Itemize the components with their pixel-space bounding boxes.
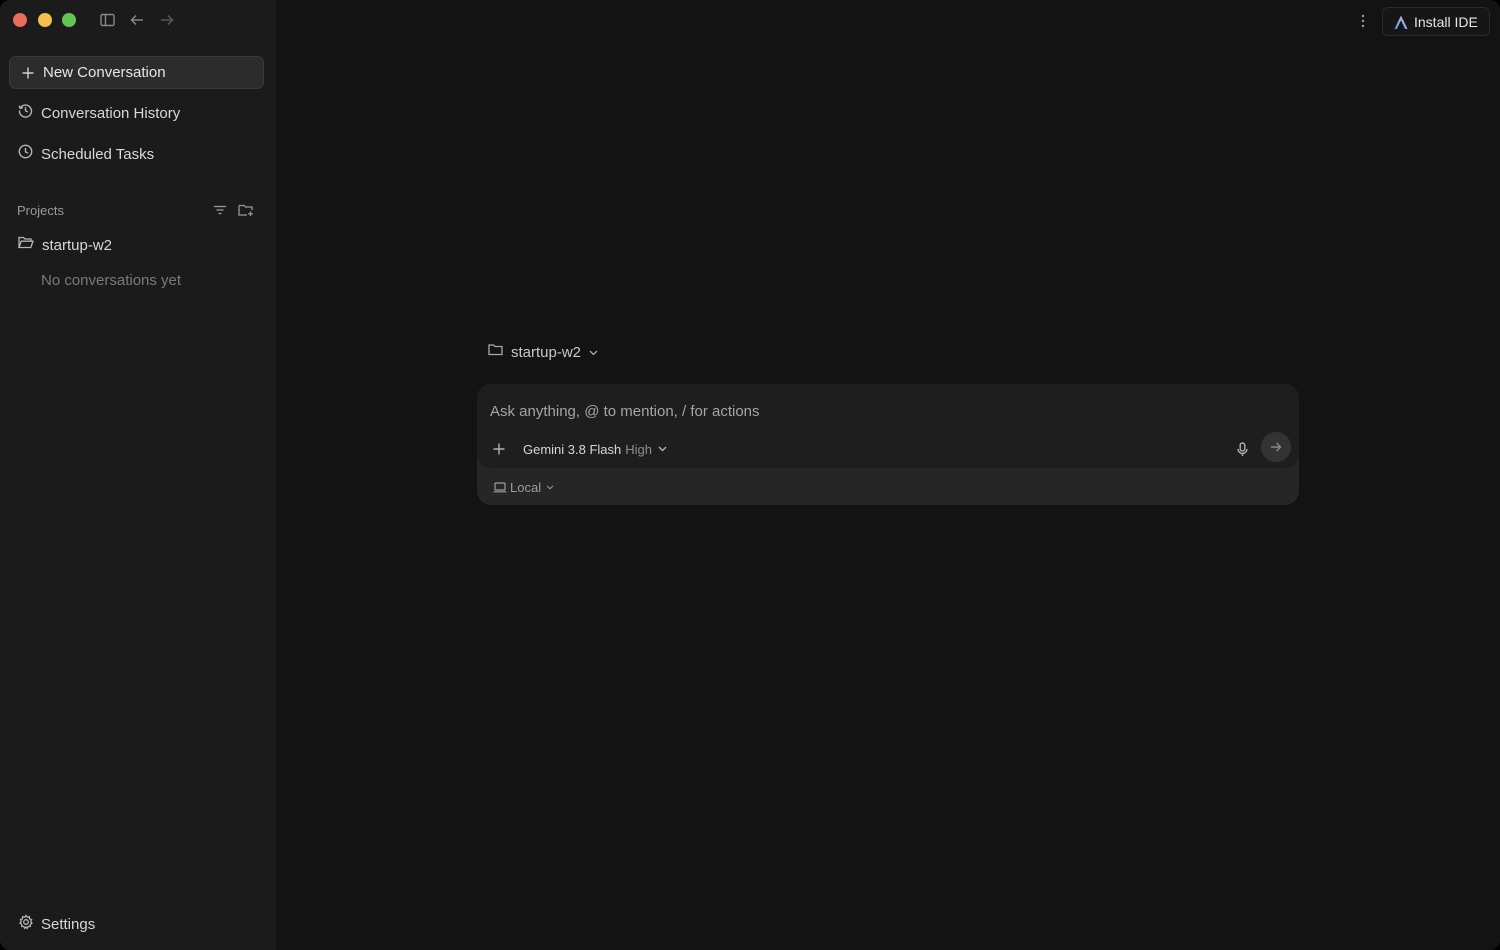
settings-label: Settings bbox=[41, 915, 96, 933]
new-conversation-label: New Conversation bbox=[43, 64, 166, 81]
sidebar-item-conversation-history[interactable]: Conversation History bbox=[18, 102, 180, 124]
gear-icon bbox=[18, 913, 34, 935]
zoom-window-button[interactable] bbox=[62, 13, 76, 27]
new-conversation-button[interactable]: New Conversation bbox=[9, 56, 264, 89]
arrow-right-icon[interactable] bbox=[158, 11, 176, 29]
sidebar-toggle-icon[interactable] bbox=[98, 11, 116, 29]
new-folder-icon[interactable] bbox=[238, 202, 254, 218]
laptop-icon bbox=[493, 481, 507, 493]
app-window: New Conversation Conversation History Sc… bbox=[0, 0, 1500, 950]
close-window-button[interactable] bbox=[13, 13, 27, 27]
plus-icon bbox=[21, 66, 35, 80]
install-ide-label: Install IDE bbox=[1414, 13, 1478, 30]
projects-header: Projects bbox=[17, 203, 64, 218]
composer: Gemini 3.8 Flash High Local bbox=[477, 384, 1299, 505]
minimize-window-button[interactable] bbox=[38, 13, 52, 27]
arrow-left-icon[interactable] bbox=[128, 11, 146, 29]
settings-button[interactable]: Settings bbox=[18, 913, 96, 935]
folder-icon bbox=[488, 343, 503, 361]
model-level: High bbox=[625, 441, 653, 457]
plus-icon[interactable] bbox=[491, 441, 507, 457]
scheduled-tasks-label: Scheduled Tasks bbox=[41, 145, 155, 163]
composer-input-area: Gemini 3.8 Flash High bbox=[477, 384, 1299, 468]
microphone-icon[interactable] bbox=[1234, 440, 1250, 458]
chevron-down-icon bbox=[658, 446, 667, 452]
empty-conversations-note: No conversations yet bbox=[41, 272, 182, 289]
more-vertical-icon[interactable] bbox=[1355, 12, 1371, 30]
prompt-input[interactable] bbox=[490, 400, 1190, 422]
conversation-history-label: Conversation History bbox=[41, 104, 181, 122]
install-ide-button[interactable]: Install IDE bbox=[1382, 7, 1490, 36]
project-selector[interactable]: startup-w2 bbox=[488, 342, 598, 362]
folder-open-icon bbox=[18, 236, 34, 254]
chevron-down-icon bbox=[546, 484, 554, 490]
project-name: startup-w2 bbox=[42, 236, 113, 254]
project-item-startup-w2[interactable]: startup-w2 bbox=[18, 235, 112, 255]
send-button[interactable] bbox=[1261, 432, 1291, 462]
environment-label: Local bbox=[510, 479, 542, 495]
sidebar: New Conversation Conversation History Sc… bbox=[0, 0, 276, 950]
clock-icon bbox=[18, 144, 33, 164]
model-selector[interactable]: Gemini 3.8 Flash High bbox=[523, 440, 667, 458]
project-selector-label: startup-w2 bbox=[511, 343, 582, 361]
environment-selector[interactable]: Local bbox=[493, 479, 554, 495]
chevron-down-icon bbox=[589, 343, 598, 361]
ide-logo-icon bbox=[1393, 14, 1409, 30]
arrow-right-icon bbox=[1270, 442, 1282, 452]
sidebar-item-scheduled-tasks[interactable]: Scheduled Tasks bbox=[18, 143, 154, 165]
model-name: Gemini 3.8 Flash bbox=[523, 441, 622, 457]
filter-icon[interactable] bbox=[212, 202, 228, 218]
history-icon bbox=[18, 103, 33, 123]
